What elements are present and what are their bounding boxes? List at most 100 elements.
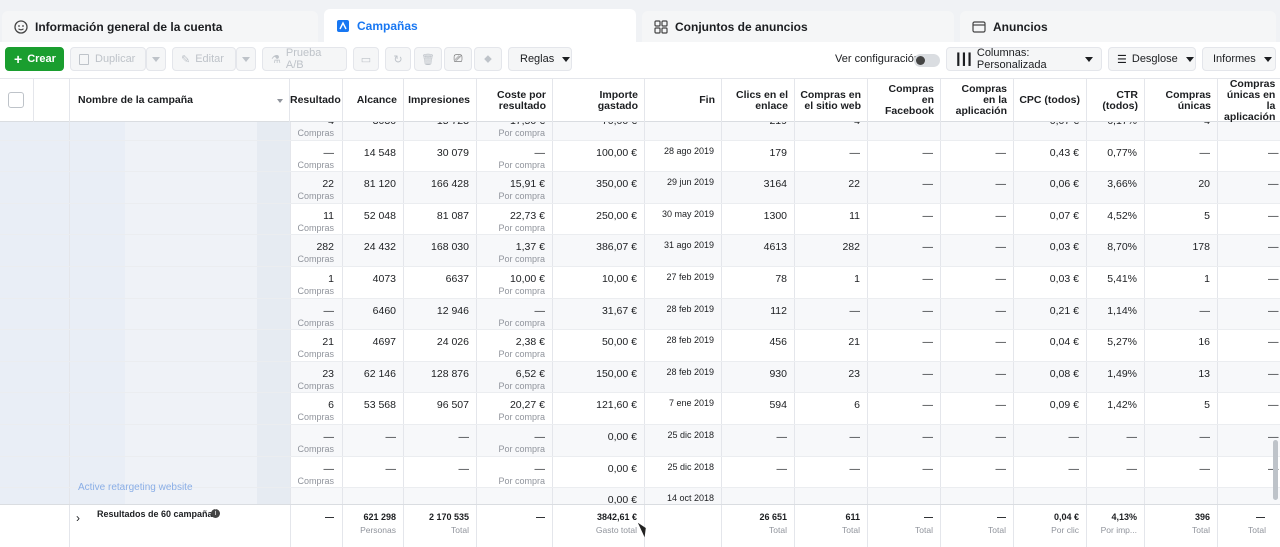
col-campaign-name[interactable]: Nombre de la campaña — [70, 79, 290, 122]
cell-cpc: — — [1068, 431, 1080, 443]
table-row[interactable]: 4 3036 15 723 17,50 € 70,00 € 219 4 — — 0,07 € 6,1… — [0, 122, 1280, 141]
table-row[interactable]: 21 4697 24 026 2,38 € 50,00 € 456 21 — — 0,04 € 5,… — [0, 330, 1280, 362]
col-web-purchases[interactable]: Compras en el sitio web — [795, 79, 868, 122]
campaign-name-cell[interactable] — [0, 330, 290, 361]
tab-ads[interactable]: Anuncios — [960, 11, 1276, 42]
tab-ad-sets[interactable]: Conjuntos de anuncios — [642, 11, 954, 42]
col-link-clicks[interactable]: Clics en el enlace — [722, 79, 795, 122]
col-divider — [644, 122, 645, 140]
col-reach[interactable]: Alcance — [343, 79, 404, 122]
cell-app: — — [995, 241, 1007, 254]
col-divider — [1144, 172, 1145, 203]
col-divider — [794, 140, 795, 172]
col-divider — [1086, 330, 1087, 361]
redacted-block — [0, 203, 125, 235]
campaign-name-cell[interactable] — [0, 267, 290, 298]
cell-impr: 24 026 — [436, 336, 469, 349]
col-divider — [290, 235, 291, 266]
col-divider — [69, 140, 70, 172]
col-ctr[interactable]: CTR (todos) — [1087, 79, 1145, 122]
col-result[interactable]: Resultado — [290, 79, 343, 122]
campaign-name-cell[interactable] — [0, 235, 290, 266]
col-divider — [940, 488, 941, 504]
col-end[interactable]: Fin — [645, 79, 722, 122]
preview-button[interactable]: ⎚ — [444, 47, 472, 71]
cell-uapp: — — [1268, 336, 1279, 349]
reports-button[interactable]: Informes — [1202, 47, 1276, 71]
col-divider — [1013, 140, 1014, 172]
col-divider — [1086, 172, 1087, 203]
col-cpc[interactable]: CPC (todos) — [1014, 79, 1087, 122]
table-row[interactable]: 22 81 120 166 428 15,91 € 350,00 € 3164 22 — — 0,… — [0, 172, 1280, 204]
cell-fb: — — [922, 399, 934, 412]
col-divider — [476, 235, 477, 266]
duplicate-button[interactable]: Duplicar — [70, 47, 146, 71]
cell-ctr: 5,27% — [1107, 336, 1137, 349]
duplicate-dropdown[interactable] — [146, 47, 166, 71]
campaign-name-cell[interactable] — [0, 140, 290, 172]
col-divider — [69, 456, 70, 488]
cell-reach: — — [385, 431, 397, 443]
footer-ctr-sub: Por imp... — [1100, 525, 1137, 535]
table-row[interactable]: 282 24 432 168 030 1,37 € 386,07 € 4613 282 — — 0… — [0, 235, 1280, 267]
col-app-label: Compras en la aplicación — [955, 83, 1007, 117]
archive-button[interactable]: ▭ — [353, 47, 379, 71]
campaign-name-cell[interactable] — [0, 393, 290, 424]
campaign-name-cell[interactable] — [0, 122, 290, 140]
cell-reach: 6460 — [372, 304, 396, 317]
campaign-name-cell[interactable] — [0, 203, 290, 235]
tab-account-overview[interactable]: Información general de la cuenta — [2, 11, 318, 42]
col-fb-purchases[interactable]: Compras en Facebook — [868, 79, 941, 122]
select-all-checkbox[interactable] — [8, 92, 24, 108]
table-row[interactable]: 11 52 048 81 087 22,73 € 250,00 € 1300 11 — — 0,0… — [0, 203, 1280, 236]
edit-dropdown[interactable] — [236, 47, 256, 71]
cell-reach: — — [385, 462, 397, 475]
col-unique-app[interactable]: Compras únicas en la aplicación — [1218, 79, 1280, 122]
tab-label: Campañas — [357, 18, 418, 33]
cell-app: — — [995, 273, 1007, 285]
col-divider — [69, 298, 70, 330]
refresh-button[interactable]: ↻ — [385, 47, 411, 71]
campaign-name-cell[interactable] — [0, 425, 290, 456]
campaign-name-cell[interactable] — [0, 172, 290, 203]
breakdown-button[interactable]: ☰ Desglose — [1108, 47, 1196, 71]
tag-button[interactable]: ⬥ — [474, 47, 502, 71]
cell-cpr: 2,38 € — [515, 336, 545, 349]
col-impressions[interactable]: Impresiones — [404, 79, 477, 122]
cell-ctr: 3,66% — [1107, 178, 1137, 191]
campaign-name-cell[interactable] — [0, 361, 290, 393]
table-row[interactable]: — 14 548 30 079 — 100,00 € 179 — — — 0,43 € 0,77% —… — [0, 140, 1280, 173]
table-row[interactable]: 1 4073 6637 10,00 € 10,00 € 78 1 — — 0,03 € 5,41% 1… — [0, 267, 1280, 299]
col-cost-per-result[interactable]: Coste por resultado — [477, 79, 553, 122]
ab-test-button[interactable]: ⚗ Prueba A/B — [262, 47, 347, 71]
campaign-name-cell[interactable] — [0, 298, 290, 330]
tab-campaigns[interactable]: Campañas — [324, 9, 636, 42]
rules-button[interactable]: Reglas — [508, 47, 572, 71]
edit-button[interactable]: ✎ Editar — [172, 47, 236, 71]
col-divider — [1217, 140, 1218, 172]
cell-fb: — — [922, 304, 934, 317]
col-divider — [69, 330, 70, 361]
cell-result: 282 — [316, 241, 334, 254]
col-app-purchases[interactable]: Compras en la aplicación — [941, 79, 1014, 122]
delete-button[interactable]: 🗑 — [414, 47, 442, 71]
expand-chevron-icon[interactable]: › — [76, 511, 80, 525]
col-divider — [1144, 203, 1145, 235]
col-amount-spent[interactable]: Importe gastado — [553, 79, 645, 122]
col-unique-purchases[interactable]: Compras únicas — [1145, 79, 1218, 122]
create-button[interactable]: + Crear — [5, 47, 64, 71]
col-divider — [867, 203, 868, 235]
view-config-toggle[interactable] — [914, 54, 940, 67]
vertical-scrollbar[interactable] — [1273, 440, 1278, 500]
col-divider — [721, 456, 722, 488]
cell-impr: 6637 — [445, 273, 469, 285]
table-row[interactable]: 6 53 568 96 507 20,27 € 121,60 € 594 6 — — 0,09 €… — [0, 393, 1280, 425]
col-divider — [290, 393, 291, 424]
campaign-name-link[interactable]: Active retargeting website — [78, 482, 193, 493]
table-row[interactable]: —6460 12 946—31,67 €112— — —0,21 €1,14% — Com… — [0, 298, 1280, 331]
cell-clicks: 1300 — [763, 209, 787, 222]
redacted-block — [257, 172, 290, 203]
table-row[interactable]: — — — —0,00 € — — — — — — — Compras Por compra 25 dic… — [0, 425, 1280, 457]
columns-button[interactable]: ┃┃┃ Columnas: Personalizada — [946, 47, 1102, 71]
table-row[interactable]: 23 62 146 128 876 6,52 € 150,00 € 930 23 — — 0,08… — [0, 361, 1280, 394]
